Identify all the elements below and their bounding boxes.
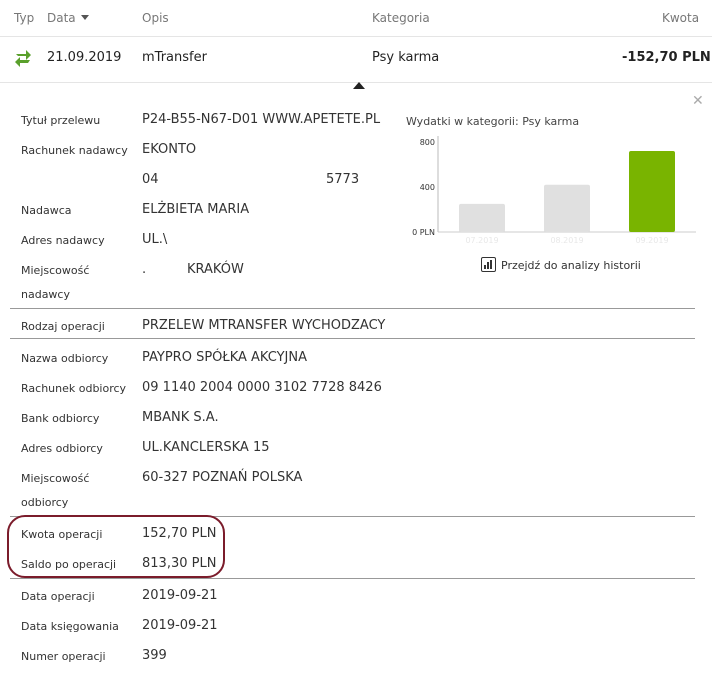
operation-number-value: 399	[142, 648, 167, 663]
sender-account-number-start: 04	[142, 172, 159, 187]
chart-title: Wydatki w kategorii: Psy karma	[406, 115, 579, 128]
history-analysis-label: Przejdź do analizy historii	[501, 259, 641, 272]
sender-city-prefix: .	[142, 262, 147, 277]
details-pointer	[353, 82, 365, 89]
header-divider	[0, 36, 712, 37]
sender-account-value: EKONTO	[142, 142, 197, 157]
recipient-account-value: 09 1140 2004 0000 3102 7728 8426	[142, 380, 382, 395]
header-category: Kategoria	[372, 11, 430, 25]
sort-down-icon	[80, 15, 89, 20]
booking-date-value: 2019-09-21	[142, 618, 218, 633]
title-value: P24-B55-N67-D01 WWW.APETETE.PL	[142, 112, 381, 127]
header-date-sort[interactable]: Data	[47, 11, 89, 25]
chart-y-tick-label: 800	[420, 138, 435, 147]
transaction-amount: -152,70 PLN	[622, 50, 711, 65]
bar-chart-icon	[481, 257, 496, 272]
history-analysis-link[interactable]: Przejdź do analizy historii	[481, 257, 641, 272]
chart-bar[interactable]	[459, 203, 505, 232]
header-description: Opis	[142, 11, 169, 25]
chart-title-category: Psy karma	[522, 115, 580, 128]
header-amount: Kwota	[662, 11, 700, 25]
chart-bar[interactable]	[544, 184, 590, 232]
operation-date-value: 2019-09-21	[142, 588, 218, 603]
operation-number-label: Numer operacji	[21, 650, 106, 663]
close-icon[interactable]: ✕	[692, 93, 704, 109]
sender-city-label: Miejscowość	[21, 264, 90, 277]
chart-title-text: Wydatki w kategorii:	[406, 115, 519, 128]
recipient-bank-label: Bank odbiorcy	[21, 412, 100, 425]
sender-account-number-end: 5773	[326, 172, 360, 187]
operation-type-label: Rodzaj operacji	[21, 320, 105, 333]
sender-label: Nadawca	[21, 204, 72, 217]
recipient-account-label: Rachunek odbiorcy	[21, 382, 127, 395]
operation-type-value: PRZELEW MTRANSFER WYCHODZACY	[142, 318, 386, 333]
section-divider	[10, 308, 695, 309]
chart-bar[interactable]	[629, 151, 675, 232]
transaction-description: mTransfer	[142, 50, 207, 65]
category-spending-chart: 800 400 0 PLN 07.2019 08.2019 09.2019	[412, 136, 696, 245]
sender-city-label-2: nadawcy	[21, 288, 70, 301]
chart-y-tick-label: 0 PLN	[412, 228, 435, 237]
chart-x-tick-label: 07.2019	[465, 236, 498, 245]
recipient-name-label: Nazwa odbiorcy	[21, 352, 109, 365]
sender-value: ELŻBIETA MARIA	[142, 202, 250, 217]
recipient-name-value: PAYPRO SPÓŁKA AKCYJNA	[142, 350, 307, 365]
sender-city-value: KRAKÓW	[187, 262, 244, 277]
recipient-city-label: Miejscowość	[21, 472, 90, 485]
header-date-label: Data	[47, 11, 76, 25]
table-header: Typ Data Opis Kategoria Kwota	[0, 0, 718, 36]
highlight-annotation	[7, 515, 225, 578]
recipient-city-label-2: odbiorcy	[21, 496, 69, 509]
sender-address-label: Adres nadawcy	[21, 234, 105, 247]
header-type: Typ	[14, 11, 35, 25]
chart-y-tick-label: 400	[420, 183, 435, 192]
sender-address-value: UL.\	[142, 232, 168, 247]
transaction-date: 21.09.2019	[47, 50, 122, 65]
operation-date-label: Data operacji	[21, 590, 95, 603]
booking-date-label: Data księgowania	[21, 620, 119, 633]
recipient-bank-value: MBANK S.A.	[142, 410, 219, 425]
recipient-city-value: 60-327 POZNAŃ POLSKA	[142, 470, 303, 485]
transaction-category: Psy karma	[372, 50, 440, 65]
recipient-address-label: Adres odbiorcy	[21, 442, 103, 455]
recipient-address-value: UL.KANCLERSKA 15	[142, 440, 270, 455]
section-divider	[10, 338, 695, 339]
title-label: Tytuł przelewu	[21, 114, 101, 127]
chart-x-tick-label: 09.2019	[635, 236, 668, 245]
chart-x-tick-label: 08.2019	[550, 236, 583, 245]
section-divider	[10, 578, 695, 579]
transfer-arrows-icon	[15, 50, 31, 67]
sender-account-label: Rachunek nadawcy	[21, 144, 128, 157]
